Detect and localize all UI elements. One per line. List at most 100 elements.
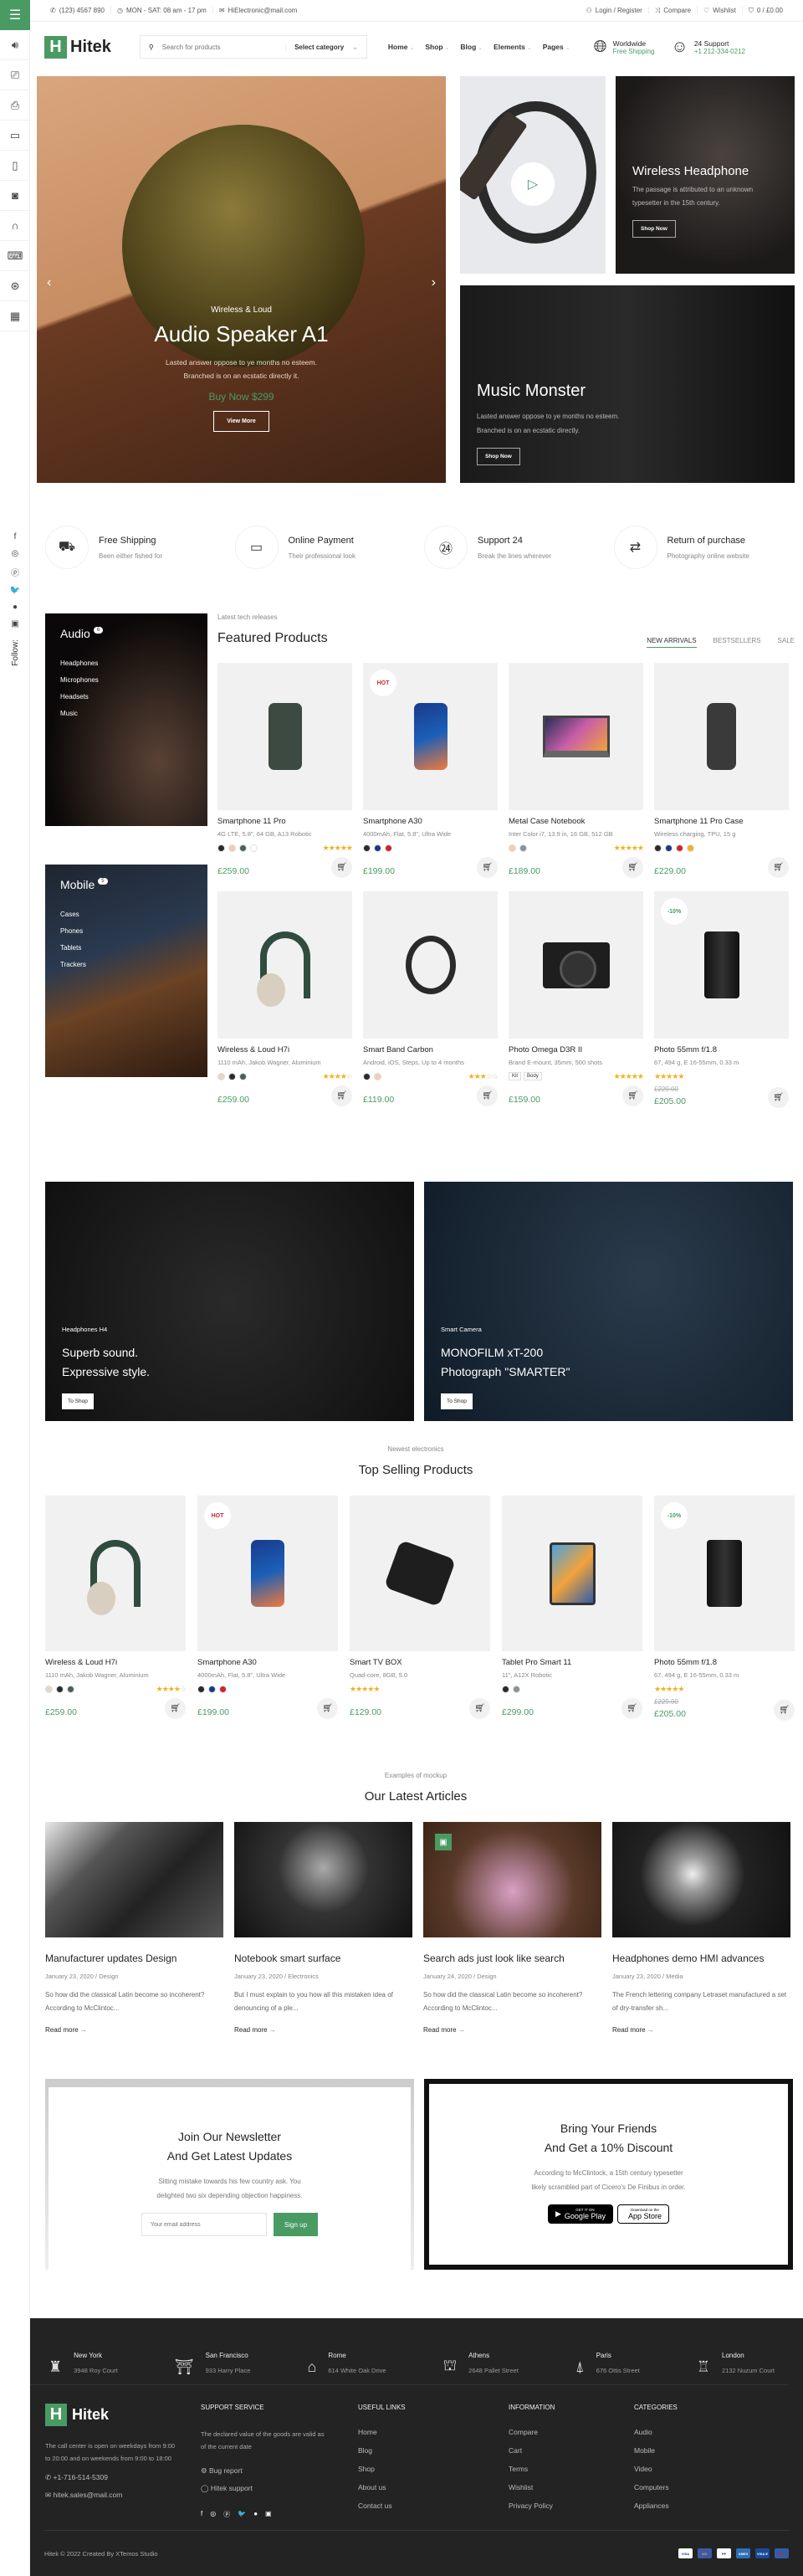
product-name[interactable]: Photo Omega D3R II (509, 1045, 643, 1055)
slider-prev-arrow[interactable]: ‹ (47, 275, 51, 290)
app-store-button[interactable]: Download on the App Store (616, 2204, 669, 2224)
variant-chip[interactable]: Body (524, 1072, 542, 1080)
color-swatch[interactable] (228, 844, 236, 852)
cart-link[interactable]: ⛉ 0 / £0.00 (743, 7, 789, 15)
category-link[interactable]: Cases (60, 906, 86, 923)
gamepad-icon[interactable]: ⊛ (0, 271, 30, 301)
footer-link[interactable]: Compare (509, 2428, 634, 2436)
product-name[interactable]: Metal Case Notebook (509, 817, 643, 826)
color-swatch[interactable] (665, 844, 673, 852)
color-swatch[interactable] (219, 1685, 227, 1693)
product-name[interactable]: Wireless & Loud H7i (45, 1658, 186, 1667)
variant-chip[interactable]: Kit (509, 1072, 522, 1080)
add-to-cart-button[interactable]: 🛒︎ (165, 1698, 186, 1719)
read-more-link[interactable]: Read more → (423, 2026, 601, 2034)
footer-link[interactable]: Blog (358, 2446, 509, 2455)
footer-email[interactable]: hitek.sales@mail.com (53, 2491, 122, 2499)
add-to-cart-button[interactable]: 🛒︎ (622, 857, 643, 878)
product-card[interactable]: Smart TV BOX Quad-core, 8GB, 5.0 ★★★★★ £129… (350, 1496, 490, 1721)
headphones-icon[interactable]: ∩ (0, 211, 30, 241)
product-image[interactable] (363, 891, 498, 1039)
product-card[interactable]: Smartphone 11 Pro 4G LTE, 5.8", 64 GB, A1… (217, 663, 353, 878)
color-swatch[interactable] (509, 844, 516, 852)
category-select[interactable]: Select category ⌄ (285, 43, 358, 51)
view-more-button[interactable]: View More (213, 411, 269, 432)
product-image[interactable]: -10% (654, 1496, 795, 1651)
footer-link[interactable]: Computers (634, 2483, 678, 2491)
read-more-link[interactable]: Read more → (45, 2026, 223, 2034)
add-to-cart-button[interactable]: 🛒︎ (317, 1698, 338, 1719)
calculator-icon[interactable]: ▦ (0, 301, 30, 331)
product-card[interactable]: Metal Case Notebook Inter Color i7, 13.9 … (509, 663, 644, 878)
category-card-mobile[interactable]: Mobile 5 Cases Phones Tablets Trackers (45, 865, 207, 1077)
nav-item-shop[interactable]: Shop ⌄ (425, 43, 449, 51)
youtube-icon[interactable]: ▣ (11, 619, 18, 629)
footer-link[interactable]: Shop (358, 2465, 509, 2473)
product-image[interactable]: HOT (197, 1496, 338, 1651)
add-to-cart-button[interactable]: 🛒︎ (331, 1085, 352, 1106)
product-image[interactable]: HOT (363, 663, 498, 810)
product-image[interactable] (654, 663, 789, 810)
color-swatch[interactable] (374, 1072, 381, 1080)
color-swatch[interactable] (239, 844, 247, 852)
color-swatch[interactable] (502, 1685, 509, 1693)
music-shop-now-button[interactable]: Shop Now (477, 448, 520, 465)
footer-link[interactable]: Mobile (634, 2446, 678, 2455)
color-swatch[interactable] (228, 1072, 236, 1080)
category-link[interactable]: Microphones (60, 672, 99, 689)
nav-item-home[interactable]: Home ⌄ (388, 43, 414, 51)
product-card[interactable]: Smartphone 11 Pro Case Wireless charging,… (654, 663, 789, 878)
footer-link[interactable]: Audio (634, 2428, 678, 2436)
hitek-support-link[interactable]: ◯ Hitek support (201, 2484, 358, 2493)
color-swatch[interactable] (217, 844, 225, 852)
color-swatch[interactable] (250, 844, 258, 852)
color-swatch[interactable] (374, 844, 381, 852)
category-link[interactable]: Tablets (60, 940, 86, 957)
color-swatch[interactable] (363, 844, 371, 852)
product-image[interactable] (509, 891, 643, 1039)
tab-bestsellers[interactable]: BESTSELLERS (713, 637, 761, 648)
twitter-icon[interactable]: 🐦 (238, 2510, 246, 2519)
nav-item-blog[interactable]: Blog ⌄ (460, 43, 483, 51)
bug-report-link[interactable]: ⚙ Bug report (201, 2466, 358, 2476)
play-video-button[interactable]: ▷ (511, 162, 555, 206)
add-to-cart-button[interactable]: 🛒︎ (477, 1085, 498, 1106)
product-card[interactable]: -10% Photo 55mm f/1.8 67, 494 g, E 16-55mm… (654, 891, 789, 1108)
youtube-icon[interactable]: ▣ (265, 2510, 272, 2519)
add-to-cart-button[interactable]: 🛒︎ (331, 857, 352, 878)
article-title[interactable]: Manufacturer updates Design (45, 1953, 223, 1964)
category-link[interactable]: Headphones (60, 655, 99, 672)
whatsapp-icon[interactable]: ● (253, 2510, 258, 2519)
add-to-cart-button[interactable]: 🛒︎ (774, 1700, 795, 1721)
product-card[interactable]: Tablet Pro Smart 11 11", A12X Robotic £299… (502, 1496, 642, 1721)
facebook-icon[interactable]: f (201, 2510, 202, 2519)
slider-next-arrow[interactable]: › (432, 275, 436, 290)
footer-link[interactable]: Appliances (634, 2502, 678, 2510)
whatsapp-icon[interactable]: ● (13, 603, 18, 612)
article-image[interactable] (45, 1822, 223, 1937)
tab-sale[interactable]: SALE (778, 637, 795, 648)
logo[interactable]: H Hitek (44, 35, 111, 59)
footer-phone[interactable]: +1-716-514-5309 (53, 2473, 107, 2481)
product-name[interactable]: Smart Band Carbon (363, 1045, 498, 1055)
article-image[interactable]: ▣ (423, 1822, 601, 1937)
product-image[interactable] (217, 663, 352, 810)
category-link[interactable]: Phones (60, 923, 86, 940)
color-swatch[interactable] (687, 844, 694, 852)
twitter-icon[interactable]: 🐦 (10, 586, 20, 595)
add-to-cart-button[interactable]: 🛒︎ (621, 1698, 642, 1719)
washer-icon[interactable]: ◙ (0, 181, 30, 211)
add-to-cart-button[interactable]: 🛒︎ (469, 1698, 490, 1719)
color-swatch[interactable] (239, 1072, 247, 1080)
product-card[interactable]: HOT Smartphone A30 4000mAh, Flat, 5.8", Ul… (197, 1496, 338, 1721)
product-image[interactable] (350, 1496, 490, 1651)
product-image[interactable] (45, 1496, 186, 1651)
article-image[interactable] (234, 1822, 412, 1937)
color-swatch[interactable] (654, 844, 662, 852)
nav-item-elements[interactable]: Elements ⌄ (494, 43, 532, 51)
phone-icon[interactable]: ▯ (0, 151, 30, 181)
category-link[interactable]: Trackers (60, 957, 86, 973)
product-name[interactable]: Smartphone 11 Pro Case (654, 817, 789, 826)
pinterest-icon[interactable]: ⓟ (223, 2510, 230, 2519)
search-input[interactable] (161, 43, 286, 51)
